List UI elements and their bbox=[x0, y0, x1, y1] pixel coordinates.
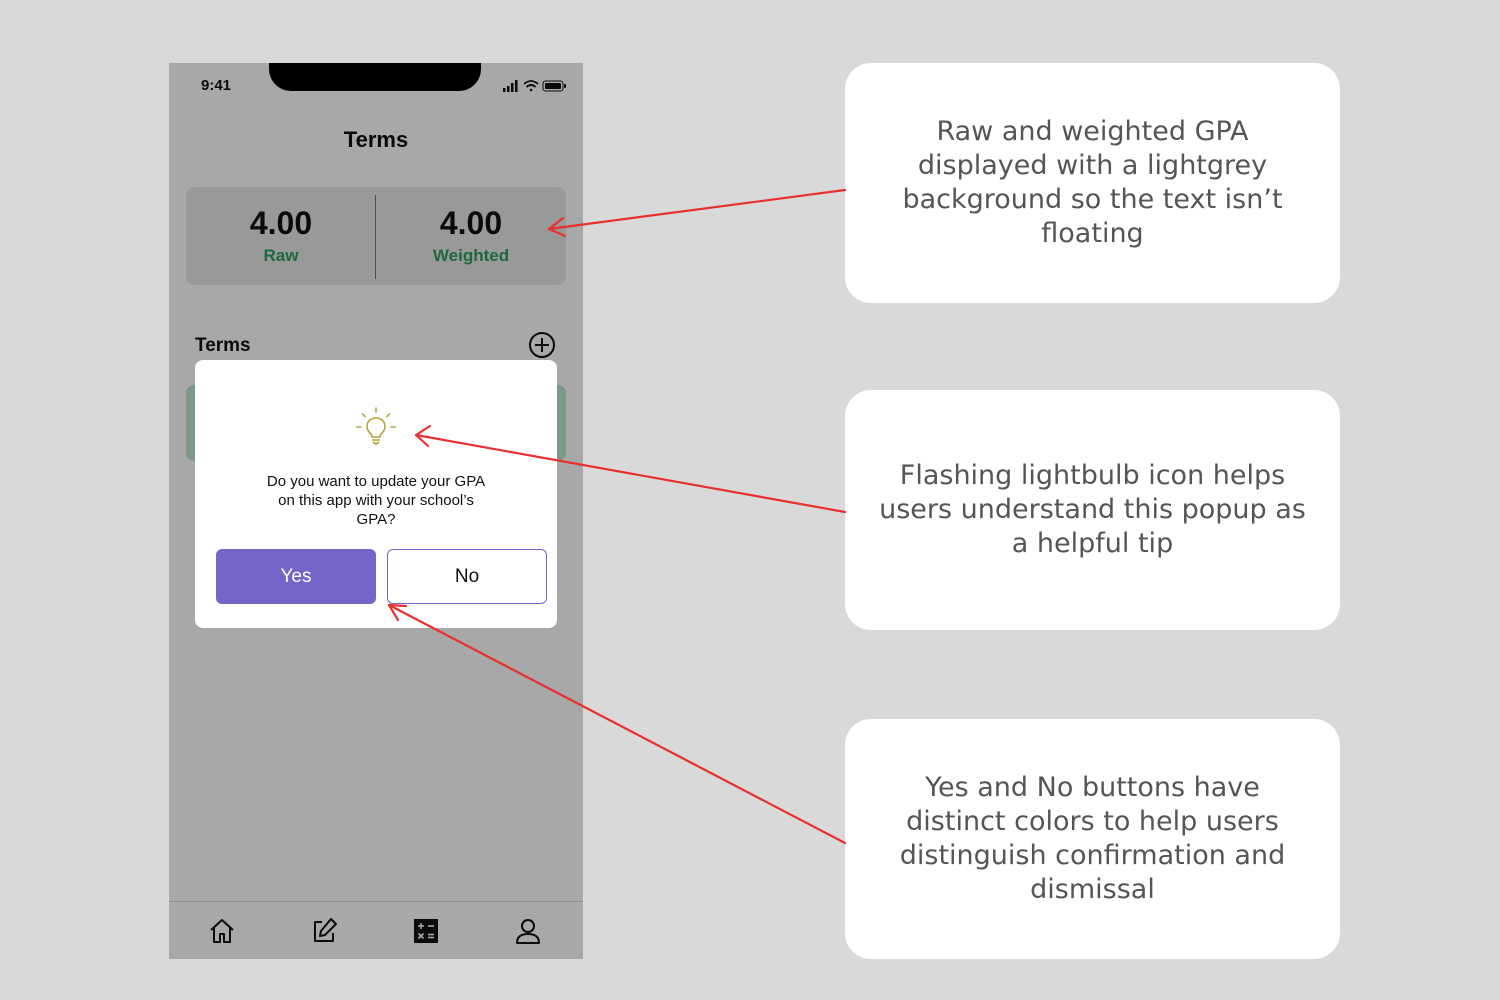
annotation-gpa-text: Raw and weighted GPA displayed with a li… bbox=[902, 116, 1283, 249]
annotation-lightbulb: Flashing lightbulb icon helps users unde… bbox=[845, 390, 1340, 630]
annotation-gpa: Raw and weighted GPA displayed with a li… bbox=[845, 63, 1340, 303]
yes-button[interactable]: Yes bbox=[216, 549, 376, 604]
phone-screen: 9:41 Terms 4.00 Raw 4.00 Weighted Terms … bbox=[169, 63, 583, 959]
annotation-buttons: Yes and No buttons have distinct colors … bbox=[845, 719, 1340, 959]
dialog-message: Do you want to update your GPA on this a… bbox=[266, 473, 486, 528]
annotation-buttons-text: Yes and No buttons have distinct colors … bbox=[899, 772, 1286, 905]
annotation-lightbulb-text: Flashing lightbulb icon helps users unde… bbox=[879, 460, 1306, 559]
update-gpa-dialog: Do you want to update your GPA on this a… bbox=[195, 360, 557, 628]
lightbulb-icon bbox=[356, 407, 396, 445]
no-button[interactable]: No bbox=[387, 549, 547, 604]
arrow-to-gpa bbox=[547, 188, 847, 238]
